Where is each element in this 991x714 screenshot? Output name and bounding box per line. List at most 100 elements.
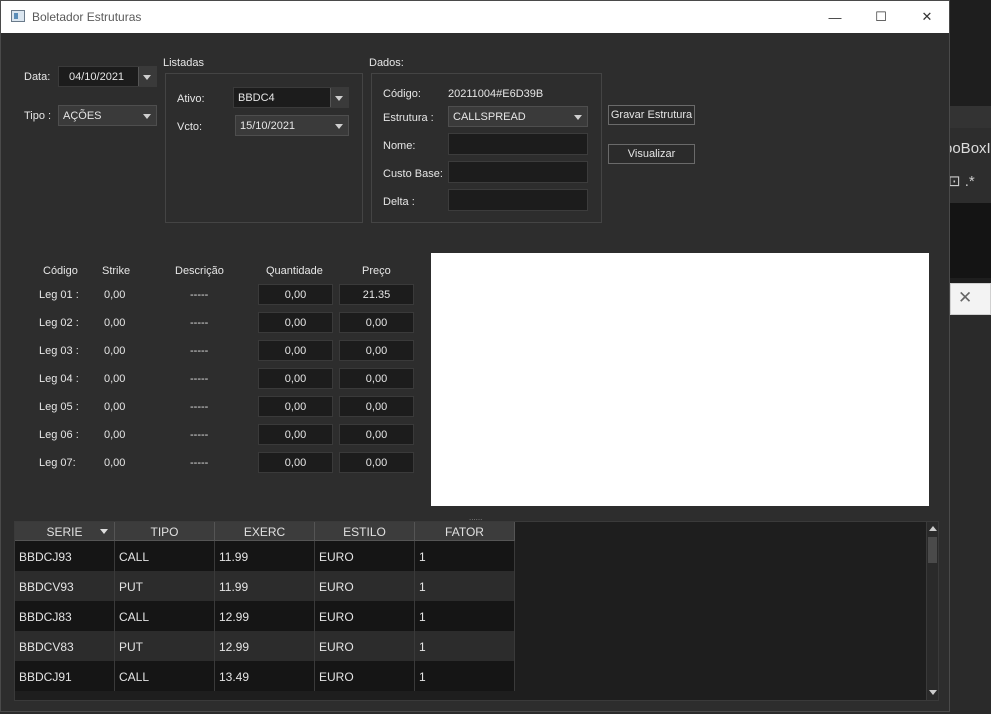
table-row[interactable]: BBDCJ83 CALL 12.99 EURO 1 <box>15 601 515 631</box>
title-bar[interactable]: Boletador Estruturas — ☐ ✕ <box>1 1 949 33</box>
column-header-label: SERIE <box>46 525 83 539</box>
table-cell-fator[interactable]: 1 <box>415 601 515 631</box>
table-header: SERIE TIPO EXERC ESTILO FATOR <box>15 522 515 541</box>
leg-descricao: ----- <box>190 401 209 413</box>
table-cell-fator[interactable]: 1 <box>415 661 515 691</box>
leg-label: Leg 05 : <box>39 401 79 413</box>
column-header-exerc[interactable]: EXERC <box>215 522 315 541</box>
leg-quantidade-input[interactable]: 0,00 <box>258 284 333 305</box>
vcto-select-value: 15/10/2021 <box>240 120 296 132</box>
tipo-label: Tipo : <box>24 110 52 122</box>
chevron-down-icon <box>335 124 343 129</box>
table-cell-exerc[interactable]: 12.99 <box>215 601 315 631</box>
tipo-select[interactable]: AÇÕES <box>58 105 157 126</box>
leg-quantidade-input[interactable]: 0,00 <box>258 396 333 417</box>
table-cell-tipo[interactable]: CALL <box>115 541 215 571</box>
ativo-select[interactable]: BBDC4 <box>233 87 349 108</box>
leg-preco-input[interactable]: 0,00 <box>339 340 414 361</box>
codigo-label: Código: <box>383 88 421 100</box>
tipo-select-value: AÇÕES <box>63 110 102 122</box>
leg-preco-input[interactable]: 0,00 <box>339 368 414 389</box>
leg-quantidade-input[interactable]: 0,00 <box>258 424 333 445</box>
table-cell-fator[interactable]: 1 <box>415 541 515 571</box>
data-date-picker[interactable]: 04/10/2021 <box>58 66 157 87</box>
leg-preco-input[interactable]: 0,00 <box>339 396 414 417</box>
table-cell-exerc[interactable]: 12.99 <box>215 631 315 661</box>
nome-input[interactable] <box>448 133 588 155</box>
table-row[interactable]: BBDCV83 PUT 12.99 EURO 1 <box>15 631 515 661</box>
table-cell-exerc[interactable]: 11.99 <box>215 571 315 601</box>
table-cell-estilo[interactable]: EURO <box>315 631 415 661</box>
delta-input[interactable] <box>448 189 588 211</box>
table-cell-tipo[interactable]: PUT <box>115 631 215 661</box>
leg-label: Leg 01 : <box>39 289 79 301</box>
table-cell-estilo[interactable]: EURO <box>315 601 415 631</box>
table-cell-serie[interactable]: BBDCV83 <box>15 631 115 661</box>
leg-quantidade-input[interactable]: 0,00 <box>258 340 333 361</box>
column-header-fator[interactable]: FATOR <box>415 522 515 541</box>
leg-descricao: ----- <box>190 289 209 301</box>
legs-header-descricao: Descrição <box>175 265 224 277</box>
table-cell-exerc[interactable]: 13.49 <box>215 661 315 691</box>
estrutura-select-value: CALLSPREAD <box>453 111 526 123</box>
date-dropdown-button[interactable] <box>138 67 156 86</box>
leg-preco-input[interactable]: 0,00 <box>339 312 414 333</box>
gravar-estrutura-button[interactable]: Gravar Estrutura <box>608 105 695 125</box>
table-cell-serie[interactable]: BBDCJ83 <box>15 601 115 631</box>
table-cell-serie[interactable]: BBDCJ93 <box>15 541 115 571</box>
visualizar-button[interactable]: Visualizar <box>608 144 695 164</box>
table-cell-exerc[interactable]: 11.99 <box>215 541 315 571</box>
table-cell-tipo[interactable]: CALL <box>115 661 215 691</box>
column-header-label: ESTILO <box>343 525 386 539</box>
leg-descricao: ----- <box>190 317 209 329</box>
payoff-chart-area <box>431 253 929 506</box>
table-cell-estilo[interactable]: EURO <box>315 541 415 571</box>
table-row[interactable]: BBDCV93 PUT 11.99 EURO 1 <box>15 571 515 601</box>
leg-preco-input[interactable]: 21.35 <box>339 284 414 305</box>
table-vertical-scrollbar[interactable] <box>926 522 938 700</box>
leg-strike: 0,00 <box>104 345 126 357</box>
leg-strike: 0,00 <box>104 429 126 441</box>
scroll-up-icon[interactable] <box>929 526 937 531</box>
custo-base-input[interactable] <box>448 161 588 183</box>
table-row[interactable]: BBDCJ91 CALL 13.49 EURO 1 <box>15 661 515 691</box>
table-cell-estilo[interactable]: EURO <box>315 661 415 691</box>
table-cell-serie[interactable]: BBDCJ91 <box>15 661 115 691</box>
column-header-serie[interactable]: SERIE <box>15 522 115 541</box>
codigo-value: 20211004#E6D39B <box>448 88 544 100</box>
table-cell-estilo[interactable]: EURO <box>315 571 415 601</box>
estrutura-select[interactable]: CALLSPREAD <box>448 106 588 127</box>
app-icon <box>11 10 25 22</box>
column-header-tipo[interactable]: TIPO <box>115 522 215 541</box>
background-close-icon[interactable]: ✕ <box>958 288 972 308</box>
vcto-label: Vcto: <box>177 121 203 133</box>
leg-quantidade-input[interactable]: 0,00 <box>258 368 333 389</box>
leg-quantidade-input[interactable]: 0,00 <box>258 312 333 333</box>
leg-quantidade-input[interactable]: 0,00 <box>258 452 333 473</box>
legs-header-codigo: Código <box>43 265 78 277</box>
leg-label: Leg 03 : <box>39 345 79 357</box>
legs-header-preco: Preço <box>362 265 391 277</box>
maximize-button[interactable]: ☐ <box>858 1 904 33</box>
listadas-title: Listadas <box>163 57 204 69</box>
options-table: SERIE TIPO EXERC ESTILO FATOR BBDCJ93 CALL 11.… <box>14 521 939 701</box>
leg-label: Leg 07: <box>39 457 76 469</box>
leg-label: Leg 06 : <box>39 429 79 441</box>
minimize-button[interactable]: — <box>812 1 858 33</box>
scroll-down-icon[interactable] <box>929 690 937 695</box>
table-cell-fator[interactable]: 1 <box>415 631 515 661</box>
table-cell-tipo[interactable]: CALL <box>115 601 215 631</box>
splitter-handle[interactable]: ...... <box>469 513 489 522</box>
close-button[interactable]: ✕ <box>904 1 950 33</box>
ativo-dropdown-button[interactable] <box>330 88 348 107</box>
table-cell-tipo[interactable]: PUT <box>115 571 215 601</box>
column-header-estilo[interactable]: ESTILO <box>315 522 415 541</box>
leg-preco-input[interactable]: 0,00 <box>339 424 414 445</box>
leg-preco-input[interactable]: 0,00 <box>339 452 414 473</box>
scroll-thumb[interactable] <box>928 537 937 563</box>
table-row[interactable]: BBDCJ93 CALL 11.99 EURO 1 <box>15 541 515 571</box>
table-cell-fator[interactable]: 1 <box>415 571 515 601</box>
estrutura-label: Estrutura : <box>383 112 434 124</box>
vcto-select[interactable]: 15/10/2021 <box>235 115 349 136</box>
table-cell-serie[interactable]: BBDCV93 <box>15 571 115 601</box>
